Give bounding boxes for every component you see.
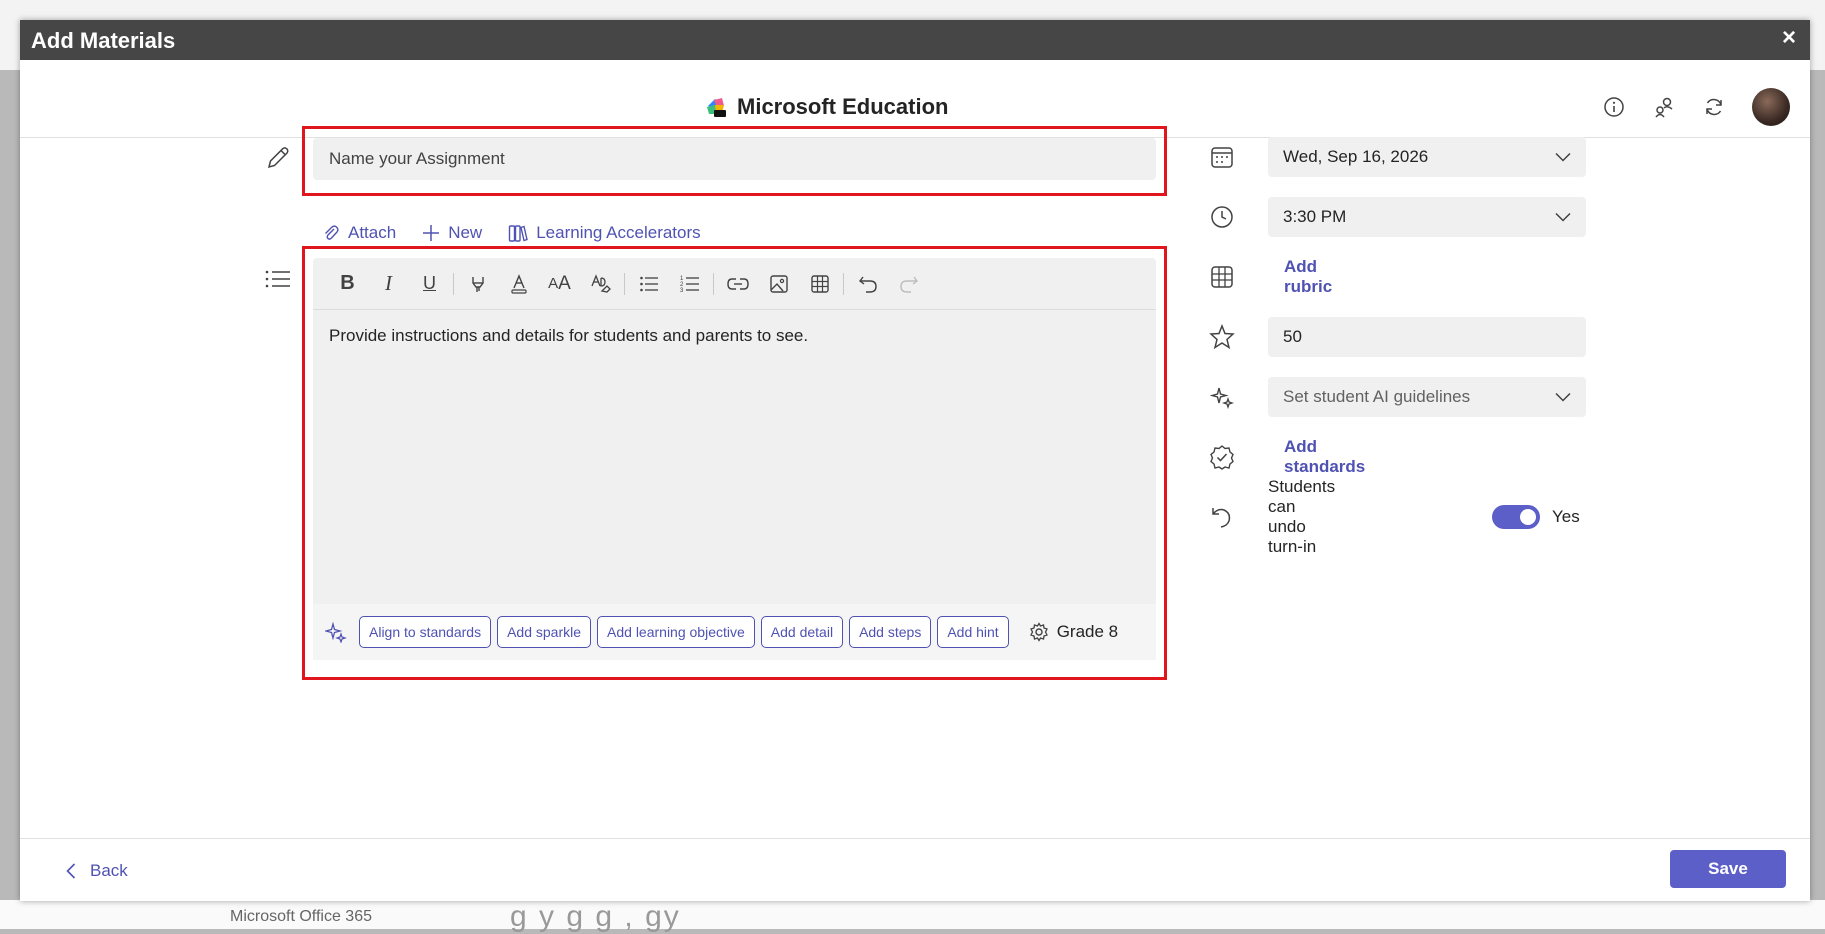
add-rubric-link[interactable]: Add rubric — [1284, 257, 1332, 297]
learning-accelerators-label: Learning Accelerators — [536, 223, 701, 242]
add-standards-link[interactable]: Add standards — [1284, 437, 1365, 477]
chip-add-hint[interactable]: Add hint — [937, 616, 1009, 648]
chip-add-steps[interactable]: Add steps — [849, 616, 932, 648]
clear-formatting-icon[interactable] — [580, 269, 621, 299]
undo-turnin-toggle[interactable] — [1492, 505, 1540, 529]
undo-icon[interactable] — [847, 269, 888, 299]
avatar[interactable] — [1752, 88, 1790, 126]
grade-label: Grade 8 — [1056, 622, 1119, 641]
new-button[interactable]: New — [422, 223, 482, 243]
due-time-value: 3:30 PM — [1283, 207, 1347, 226]
assignment-name-input[interactable] — [313, 138, 1156, 180]
link-icon[interactable] — [717, 269, 758, 299]
standards-row: Add standards — [1202, 437, 1365, 477]
undo-turnin-row: Students can undo turn-in Yes — [1202, 477, 1580, 556]
calendar-icon — [1202, 145, 1242, 169]
background-ms365-label: Microsoft Office 365 — [230, 908, 372, 925]
due-date-row: Wed, Sep 16, 2026 — [1202, 137, 1586, 177]
new-label: New — [448, 223, 483, 242]
instructions-text[interactable]: Provide instructions and details for stu… — [329, 326, 808, 346]
points-value: 50 — [1283, 327, 1302, 346]
chevron-down-icon — [1555, 392, 1571, 402]
points-input[interactable]: 50 — [1268, 317, 1586, 357]
dialog-footer: Back Save — [20, 838, 1810, 902]
dialog-title: Add Materials — [31, 28, 176, 53]
list-icon — [264, 268, 292, 295]
ai-guidelines-row: Set student AI guidelines — [1202, 377, 1586, 417]
due-time-dropdown[interactable]: 3:30 PM — [1268, 197, 1586, 237]
toolbar-divider — [843, 272, 844, 295]
learning-accelerators-button[interactable]: Learning Accelerators — [508, 223, 701, 243]
paperclip-icon — [325, 225, 339, 240]
books-icon — [509, 225, 529, 242]
share-people-icon[interactable] — [1652, 95, 1676, 119]
undo-turnin-label: Students can undo turn-in — [1268, 477, 1336, 556]
points-row: 50 — [1202, 317, 1586, 357]
due-date-value: Wed, Sep 16, 2026 — [1283, 147, 1429, 166]
bold-button[interactable]: B — [327, 269, 368, 299]
attach-label: Attach — [348, 223, 397, 242]
sparkle-icon — [1202, 385, 1242, 409]
highlight-icon[interactable] — [457, 269, 498, 299]
info-icon[interactable] — [1602, 95, 1626, 119]
app-brand-name: Microsoft Education — [737, 94, 949, 119]
toolbar-divider — [624, 272, 625, 295]
instructions-editor: B I U AA 123 Provide instructions and de… — [313, 258, 1156, 660]
undo-turnin-value: Yes — [1552, 507, 1580, 526]
back-button[interactable]: Back — [66, 861, 128, 881]
microsoft-education-logo-icon — [705, 96, 727, 118]
pencil-icon — [264, 144, 292, 177]
font-color-icon[interactable] — [498, 269, 539, 299]
ai-guidelines-placeholder: Set student AI guidelines — [1283, 387, 1471, 406]
instructions-editor-highlight: B I U AA 123 Provide instructions and de… — [302, 246, 1167, 680]
font-size-icon[interactable]: AA — [539, 269, 580, 299]
chip-add-sparkle[interactable]: Add sparkle — [497, 616, 592, 648]
badge-check-icon — [1202, 444, 1242, 470]
add-materials-dialog: Add Materials × Microsoft Education Name… — [20, 20, 1810, 901]
back-label: Back — [90, 861, 128, 880]
plus-icon — [423, 225, 440, 241]
svg-text:3: 3 — [680, 288, 684, 294]
toolbar-divider — [713, 272, 714, 295]
redo-icon[interactable] — [888, 269, 929, 299]
refresh-icon[interactable] — [1702, 95, 1726, 119]
chip-align-to-standards[interactable]: Align to standards — [359, 616, 492, 648]
due-time-row: 3:30 PM — [1202, 197, 1586, 237]
chevron-down-icon — [1555, 212, 1571, 222]
rubric-row: Add rubric — [1202, 257, 1332, 297]
editor-toolbar: B I U AA 123 — [313, 258, 1156, 310]
table-icon[interactable] — [799, 269, 840, 299]
chevron-left-icon — [66, 863, 76, 879]
italic-button[interactable]: I — [368, 269, 409, 299]
ai-guidelines-dropdown[interactable]: Set student AI guidelines — [1268, 377, 1586, 417]
sparkle-icon — [325, 621, 347, 643]
background-page-bottom: Microsoft Office 365 g y g g , gy — [0, 900, 1825, 933]
close-button[interactable]: × — [1782, 24, 1796, 52]
undo-arrow-icon — [1202, 505, 1242, 529]
underline-button[interactable]: U — [409, 269, 450, 299]
save-button[interactable]: Save — [1670, 850, 1786, 888]
clock-icon — [1202, 205, 1242, 229]
star-icon — [1202, 324, 1242, 350]
chip-add-detail[interactable]: Add detail — [760, 616, 844, 648]
ai-suggestions-bar: Align to standards Add sparkle Add learn… — [313, 604, 1156, 660]
gear-icon — [1029, 622, 1048, 642]
image-icon[interactable] — [758, 269, 799, 299]
attach-actions: Attach New Learning Accelerators — [322, 223, 701, 243]
toolbar-divider — [453, 272, 454, 295]
bulleted-list-icon[interactable] — [628, 269, 669, 299]
chevron-down-icon — [1555, 152, 1571, 162]
brand: Microsoft Education — [705, 94, 948, 120]
app-header-actions — [1602, 88, 1790, 126]
rubric-grid-icon — [1202, 265, 1242, 289]
numbered-list-icon[interactable]: 123 — [669, 269, 710, 299]
attach-button[interactable]: Attach — [322, 223, 396, 243]
grade-setting-button[interactable]: Grade 8 — [1029, 622, 1118, 642]
dialog-titlebar: Add Materials × — [20, 20, 1810, 60]
assignment-name-highlight — [302, 126, 1167, 196]
due-date-dropdown[interactable]: Wed, Sep 16, 2026 — [1268, 137, 1586, 177]
chip-add-learning-objective[interactable]: Add learning objective — [597, 616, 755, 648]
